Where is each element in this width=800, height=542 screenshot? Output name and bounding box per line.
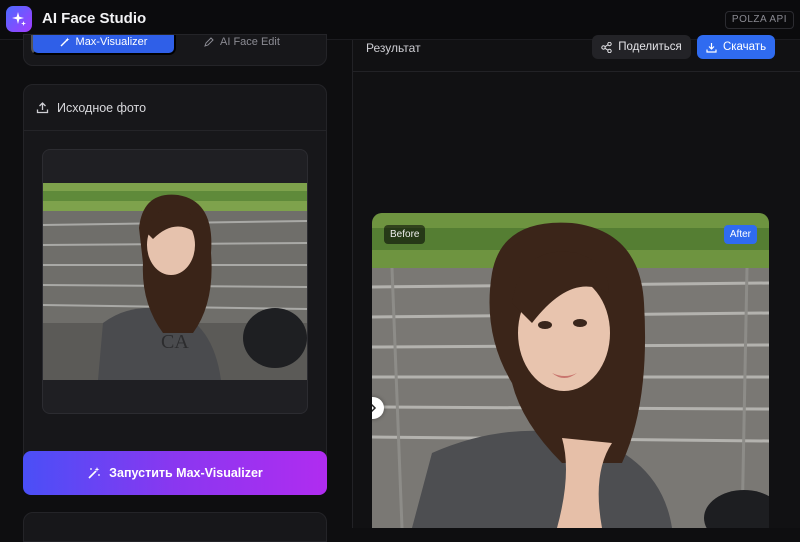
source-photo-card: Исходное фото CA <box>23 84 327 472</box>
tab-ai-face-edit[interactable]: AI Face Edit <box>204 35 314 55</box>
result-header: Результат Поделиться Скачать <box>353 35 800 72</box>
after-label: After <box>723 225 757 244</box>
upload-icon <box>36 102 49 114</box>
result-photo-image <box>372 213 769 528</box>
share-button-label: Поделиться <box>618 41 682 53</box>
result-title: Результат <box>366 41 421 55</box>
app-title: AI Face Studio <box>42 10 147 27</box>
app-logo <box>6 6 32 32</box>
chevron-right-icon <box>372 403 377 413</box>
run-max-visualizer-button[interactable]: Запустить Max-Visualizer <box>23 451 327 495</box>
source-photo-image: CA <box>43 183 307 380</box>
tab-max-visualizer[interactable]: Max-Visualizer <box>31 35 176 55</box>
mode-switcher: Max-Visualizer AI Face Edit <box>23 34 327 66</box>
magic-wand-icon <box>88 467 101 479</box>
source-photo-header: Исходное фото <box>24 85 326 131</box>
download-icon <box>706 42 717 53</box>
before-label: Before <box>384 225 426 244</box>
settings-card <box>23 512 327 542</box>
share-icon <box>601 41 612 53</box>
download-button[interactable]: Скачать <box>697 35 775 59</box>
svg-text:CA: CA <box>161 331 189 353</box>
before-after-comparison[interactable]: Before After <box>372 213 769 528</box>
tab-max-visualizer-label: Max-Visualizer <box>75 36 148 48</box>
tab-ai-face-edit-label: AI Face Edit <box>220 36 280 48</box>
source-photo-dropzone[interactable]: CA <box>42 149 308 414</box>
result-panel: Результат Поделиться Скачать Before Afte… <box>352 35 800 528</box>
left-panel: Max-Visualizer AI Face Edit Исходное фот… <box>0 34 340 542</box>
wand-icon <box>60 37 70 47</box>
api-badge: POLZA API <box>724 11 794 29</box>
pen-icon <box>204 37 214 47</box>
source-photo-title: Исходное фото <box>57 100 147 115</box>
sparkles-icon <box>12 12 26 26</box>
run-button-label: Запустить Max-Visualizer <box>109 466 263 480</box>
share-button[interactable]: Поделиться <box>592 35 691 59</box>
download-button-label: Скачать <box>722 41 767 53</box>
